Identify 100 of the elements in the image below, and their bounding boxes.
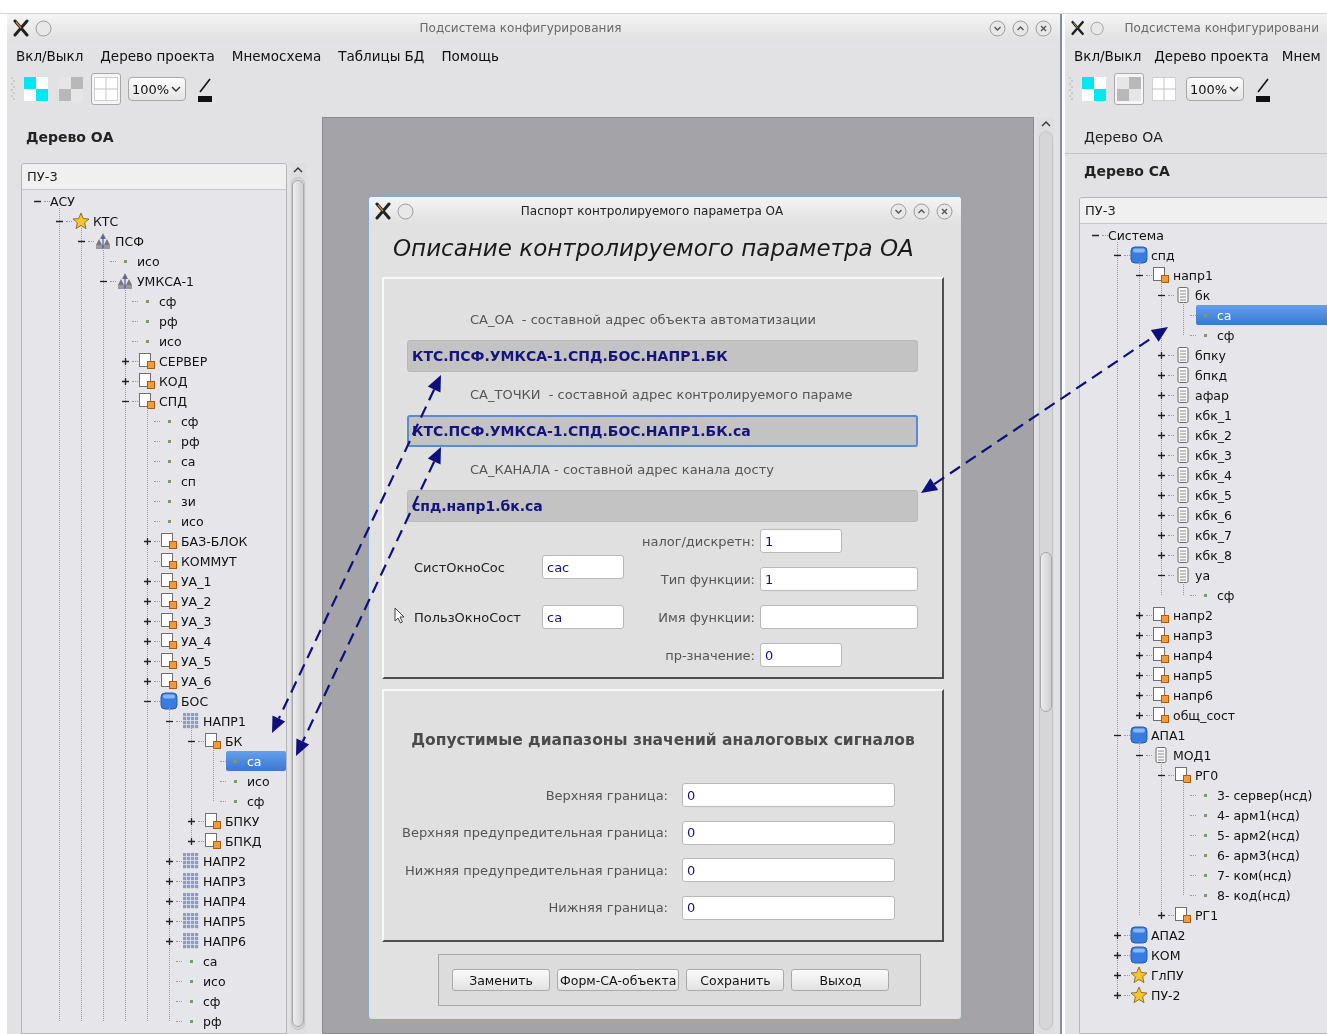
scrollbar[interactable] [290, 163, 306, 1034]
expand-icon[interactable] [1156, 510, 1166, 520]
tree-item[interactable]: рф [138, 311, 182, 331]
tree-item[interactable]: сф [182, 991, 225, 1011]
tree-item[interactable]: 7- ком(нсд) [1196, 865, 1296, 885]
tree-item[interactable]: УА_2 [160, 591, 216, 611]
scrollbar[interactable] [1037, 117, 1054, 1034]
tree-item[interactable]: са [226, 751, 286, 771]
menu-item[interactable]: Вкл/Выкл [16, 48, 84, 64]
scrollbar-thumb[interactable] [1039, 552, 1052, 712]
expand-icon[interactable] [1156, 350, 1166, 360]
tree-item[interactable]: бпкд [1174, 365, 1232, 385]
expand-icon[interactable] [1156, 410, 1166, 420]
tree-item[interactable]: са [182, 951, 222, 971]
expand-icon[interactable] [1134, 610, 1144, 620]
expand-icon[interactable] [164, 876, 174, 886]
input-field[interactable]: 0 [682, 858, 895, 882]
expand-icon[interactable] [164, 856, 174, 866]
pen-icon[interactable] [197, 76, 214, 102]
expand-icon[interactable] [142, 576, 152, 586]
tree-item[interactable]: сф [1196, 325, 1239, 345]
expand-icon[interactable] [1112, 990, 1122, 1000]
expand-icon[interactable] [1112, 950, 1122, 960]
tree-item[interactable]: КОД [138, 371, 192, 391]
input-field[interactable] [760, 605, 918, 629]
tree-item[interactable]: РГ0 [1174, 765, 1223, 785]
input-field[interactable]: 1 [760, 567, 918, 591]
expand-icon[interactable] [1156, 450, 1166, 460]
tree-item[interactable]: КТС [72, 211, 123, 231]
tree-item[interactable]: БПКД [204, 831, 266, 851]
expand-icon[interactable] [1134, 670, 1144, 680]
tree-item[interactable]: 6- арм3(нсд) [1196, 845, 1304, 865]
tree-item[interactable]: БПКУ [204, 811, 264, 831]
expand-icon[interactable] [120, 356, 130, 366]
tree-item[interactable]: спд [1130, 245, 1179, 265]
tree-item[interactable]: 3- сервер(нсд) [1196, 785, 1317, 805]
expand-icon[interactable] [1112, 930, 1122, 940]
tree-item[interactable]: сф [1196, 585, 1239, 605]
tree-item[interactable]: напр4 [1152, 645, 1217, 665]
tree-item[interactable]: УА_1 [160, 571, 216, 591]
expand-icon[interactable] [1134, 690, 1144, 700]
tree-item[interactable]: БОС [160, 691, 213, 711]
tree-item[interactable]: УА_3 [160, 611, 216, 631]
section-tab[interactable]: Дерево СА [1065, 154, 1327, 188]
close-button[interactable] [936, 202, 953, 220]
tree-item[interactable]: НАПР5 [182, 911, 250, 931]
tree-item[interactable]: сп [160, 471, 201, 491]
tree-item[interactable]: кбк_6 [1174, 505, 1236, 525]
minimize-button[interactable] [989, 19, 1006, 37]
tree-item[interactable]: ПУ-2 [1130, 985, 1185, 1005]
input-field[interactable]: 0 [760, 643, 842, 667]
maximize-button[interactable] [1012, 19, 1029, 37]
expand-icon[interactable] [142, 596, 152, 606]
menu-item[interactable]: Таблицы БД [338, 48, 425, 64]
expand-icon[interactable] [1156, 430, 1166, 440]
tree-item[interactable]: сф [226, 791, 269, 811]
close-button[interactable] [1035, 19, 1052, 37]
expand-icon[interactable] [186, 816, 196, 826]
tree-item[interactable]: рф [182, 1011, 226, 1031]
tree-item[interactable]: 5- арм2(нсд) [1196, 825, 1304, 845]
tree-item[interactable]: МОД1 [1152, 745, 1216, 765]
expand-icon[interactable] [1156, 490, 1166, 500]
tree-item[interactable]: напр6 [1152, 685, 1217, 705]
expand-icon[interactable] [1156, 370, 1166, 380]
tree-item[interactable]: БК [204, 731, 247, 751]
tree-item[interactable]: кбк_5 [1174, 485, 1236, 505]
tree-item[interactable]: СЕРВЕР [138, 351, 212, 371]
scrollbar-thumb[interactable] [292, 180, 304, 1027]
tree-item[interactable]: исо [226, 771, 274, 791]
tree-item[interactable]: НАПР3 [182, 871, 250, 891]
zoom-select[interactable]: 100% [1186, 77, 1245, 101]
expand-icon[interactable] [164, 896, 174, 906]
expand-icon[interactable] [186, 836, 196, 846]
tree-item[interactable]: сф [160, 411, 203, 431]
tree-item[interactable]: рф [160, 431, 204, 451]
tree-item[interactable]: зи [160, 491, 200, 511]
tree-item[interactable]: 4- арм1(нсд) [1196, 805, 1304, 825]
expand-icon[interactable] [1134, 630, 1144, 640]
menu-item[interactable]: Дерево проекта [1154, 48, 1269, 64]
column-header[interactable]: ПУ-3 [22, 164, 286, 190]
tree-item[interactable]: кбк_8 [1174, 545, 1236, 565]
zoom-select[interactable]: 100% [128, 77, 187, 101]
tree-item[interactable]: исо [116, 251, 164, 271]
maximize-button[interactable] [913, 202, 930, 220]
expand-icon[interactable] [164, 916, 174, 926]
tree-item[interactable]: УА_5 [160, 651, 216, 671]
expand-icon[interactable] [164, 936, 174, 946]
tree-item[interactable]: бк [1174, 285, 1215, 305]
tree-item[interactable]: уа [1174, 565, 1215, 585]
tree-item[interactable]: НАПР1 [182, 711, 250, 731]
expand-icon[interactable] [142, 676, 152, 686]
menu-item[interactable]: Мнемосхема [231, 48, 322, 64]
tree-item[interactable]: кбк_2 [1174, 425, 1236, 445]
tree-item[interactable]: КОММУТ [160, 551, 241, 571]
tree-item[interactable]: НАПР2 [182, 851, 250, 871]
tree-item[interactable]: са [160, 451, 200, 471]
menu-item[interactable]: Помощь [441, 48, 499, 64]
dialog-button[interactable]: Выход [791, 969, 890, 991]
tree-item[interactable]: АПА1 [1130, 725, 1190, 745]
input-field[interactable]: са [542, 605, 624, 629]
